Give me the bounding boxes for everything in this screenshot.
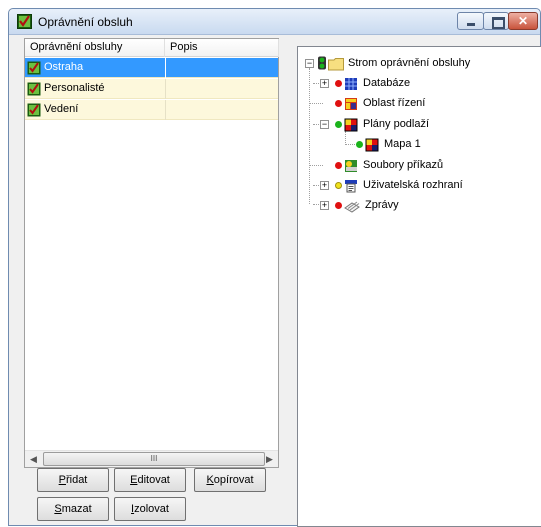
scroll-right-arrow-icon[interactable]: ▶ [261, 451, 278, 468]
list-row-personaliste[interactable]: Personalisté [25, 79, 278, 99]
scroll-thumb[interactable]: III [43, 452, 265, 466]
control-area-icon [345, 98, 357, 110]
maximize-button[interactable] [483, 12, 509, 30]
tree-item-soubory-prikazu[interactable]: Soubory příkazů [298, 157, 538, 175]
column-header-description[interactable]: Popis [165, 39, 279, 57]
permissions-window: Oprávnění obsluh ✕ Oprávnění obsluhy Pop… [8, 8, 541, 527]
check-permission-icon [27, 82, 41, 96]
tree-item-label: Soubory příkazů [363, 159, 444, 171]
tree-root[interactable]: − Strom oprávnění obsluhy [298, 55, 538, 73]
status-dot-yellow-icon [335, 182, 342, 189]
tree-item-mapa-1[interactable]: Mapa 1 [298, 136, 538, 154]
row-description [166, 58, 278, 77]
tree-item-label: Oblast řízení [363, 97, 426, 109]
copy-button[interactable]: Kopírovat [194, 468, 266, 492]
scroll-left-arrow-icon[interactable]: ◀ [25, 451, 42, 468]
floor-plan-icon [344, 118, 358, 132]
tree-item-label: Mapa 1 [384, 138, 421, 150]
list-row-vedeni[interactable]: Vedení [25, 100, 278, 120]
command-files-icon [345, 160, 357, 172]
database-grid-icon [345, 78, 357, 90]
row-name-cell: Vedení [27, 102, 163, 118]
close-button[interactable]: ✕ [508, 12, 538, 30]
row-name-cell: Ostraha [27, 60, 163, 76]
row-name: Vedení [44, 103, 79, 115]
permissions-tree[interactable]: − Strom oprávnění obsluhy + Databáze Obl… [297, 46, 541, 527]
row-name: Ostraha [44, 61, 84, 73]
collapse-icon[interactable]: − [305, 59, 314, 68]
traffic-light-icon [318, 56, 326, 70]
edit-button[interactable]: Editovat [114, 468, 186, 492]
status-dot-red-icon [335, 202, 342, 209]
tree-item-oblast-rizeni[interactable]: Oblast řízení [298, 95, 538, 113]
close-icon: ✕ [517, 14, 529, 28]
status-dot-red-icon [335, 80, 342, 87]
tree-item-label: Databáze [363, 77, 411, 89]
row-name: Personalisté [44, 82, 105, 94]
status-dot-green-icon [356, 141, 363, 148]
expand-icon[interactable]: + [320, 79, 329, 88]
tree-root-label: Strom oprávnění obsluhy [348, 57, 471, 69]
collapse-icon[interactable]: − [320, 120, 329, 129]
delete-button[interactable]: Smazat [37, 497, 109, 521]
tree-item-plany-podlazi[interactable]: − Plány podlaží [298, 116, 538, 134]
tree-item-zpravy[interactable]: + Zprávy [298, 197, 538, 215]
window-title: Oprávnění obsluh [38, 15, 133, 29]
tree-item-label: Plány podlaží [363, 118, 430, 130]
map-icon [365, 138, 379, 152]
row-description [166, 100, 278, 119]
check-permission-icon [27, 103, 41, 117]
messages-icon [344, 201, 360, 213]
user-interface-icon [345, 180, 357, 193]
expand-icon[interactable]: + [320, 201, 329, 210]
tree-item-label: Zprávy [365, 199, 399, 211]
status-dot-red-icon [335, 162, 342, 169]
column-header-permission[interactable]: Oprávnění obsluhy [25, 39, 165, 57]
add-button[interactable]: Přidat [37, 468, 109, 492]
row-description [166, 79, 278, 98]
status-dot-red-icon [335, 100, 342, 107]
title-bar[interactable]: Oprávnění obsluh ✕ [9, 9, 540, 35]
isolate-button[interactable]: Izolovat [114, 497, 186, 521]
tree-item-uzivatelska-rozhrani[interactable]: + Uživatelská rozhraní [298, 177, 538, 195]
permissions-list[interactable]: Oprávnění obsluhy Popis Ostraha Personal… [24, 38, 279, 468]
expand-icon[interactable]: + [320, 181, 329, 190]
minimize-button[interactable] [457, 12, 484, 30]
folder-icon [328, 58, 344, 71]
row-name-cell: Personalisté [27, 81, 163, 97]
horizontal-scrollbar[interactable]: ◀ III ▶ [25, 450, 278, 467]
list-row-ostraha[interactable]: Ostraha [25, 58, 278, 78]
tree-item-databaze[interactable]: + Databáze [298, 75, 538, 93]
check-permission-icon [27, 61, 41, 75]
list-header: Oprávnění obsluhy Popis [25, 39, 279, 57]
tree-item-label: Uživatelská rozhraní [363, 179, 463, 191]
check-permission-icon [17, 14, 32, 29]
status-dot-green-icon [335, 121, 342, 128]
